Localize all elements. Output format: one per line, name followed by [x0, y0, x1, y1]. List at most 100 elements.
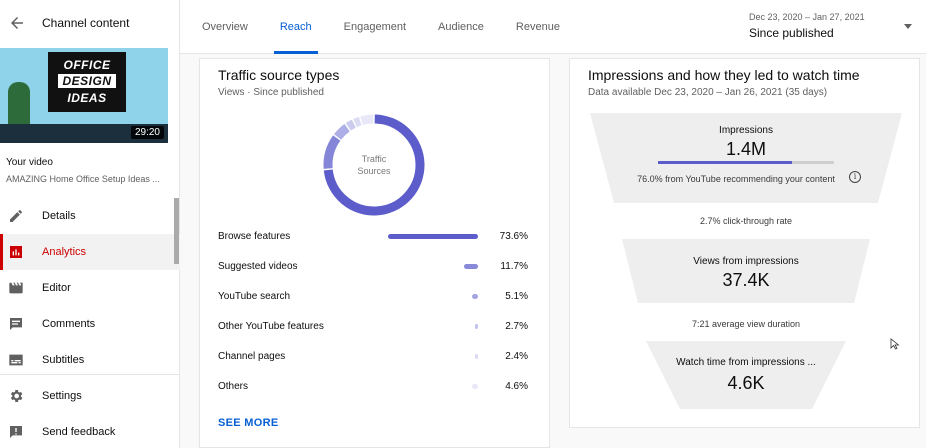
sidebar-bottom-nav: Settings Send feedback — [0, 378, 180, 448]
sidebar-nav: Details Analytics Editor Comments Subtit… — [0, 198, 180, 378]
gear-icon — [10, 390, 23, 402]
donut-label-line-2: Sources — [357, 166, 391, 176]
sidebar-divider — [0, 374, 180, 375]
source-bar — [464, 264, 478, 269]
source-bar — [472, 294, 478, 299]
analytics-tabs: Overview Reach Engagement Audience Reven… — [202, 0, 592, 54]
sidebar-item-analytics[interactable]: Analytics — [0, 234, 180, 270]
source-name: Other YouTube features — [218, 321, 324, 332]
tab-revenue[interactable]: Revenue — [516, 0, 560, 54]
impressions-value: 1.4M — [725, 139, 767, 159]
list-item[interactable]: Browse features 73.6% — [218, 223, 528, 253]
list-item[interactable]: Suggested videos 11.7% — [218, 253, 528, 283]
sidebar-item-subtitles[interactable]: Subtitles — [0, 342, 180, 378]
source-bar — [472, 384, 478, 389]
card-title: Impressions and how they led to watch ti… — [588, 67, 860, 83]
list-item[interactable]: YouTube search 5.1% — [218, 283, 528, 313]
sidebar-item-send-feedback[interactable]: Send feedback — [0, 414, 180, 448]
info-icon[interactable]: i — [849, 171, 861, 183]
card-subtitle: Data available Dec 23, 2020 – Jan 26, 20… — [588, 87, 828, 98]
subtitles-icon — [9, 354, 23, 366]
sidebar: Channel content OFFICE DESIGN IDEAS 29:2… — [0, 0, 180, 448]
date-range-selected[interactable]: Since published — [749, 26, 834, 40]
feedback-icon — [10, 426, 22, 438]
avg-duration-text: 7:21 average view duration — [691, 319, 801, 329]
sidebar-item-label: Subtitles — [42, 354, 85, 366]
list-item[interactable]: Others 4.6% — [218, 373, 528, 403]
donut-slice[interactable] — [353, 116, 362, 128]
tab-overview[interactable]: Overview — [202, 0, 248, 54]
tab-engagement[interactable]: Engagement — [344, 0, 406, 54]
analytics-icon — [10, 246, 22, 258]
list-item[interactable]: Channel pages 2.4% — [218, 343, 528, 373]
sidebar-item-editor[interactable]: Editor — [0, 270, 180, 306]
sidebar-item-label: Send feedback — [42, 426, 116, 438]
chevron-down-icon[interactable] — [904, 24, 912, 29]
donut-slice[interactable] — [345, 119, 356, 131]
views-label: Views from impressions — [693, 256, 799, 267]
donut-slice[interactable] — [360, 114, 374, 126]
clapper-icon — [9, 282, 23, 294]
impressions-label: Impressions — [719, 125, 773, 136]
studio-app: Channel content OFFICE DESIGN IDEAS 29:2… — [0, 0, 926, 448]
your-video-label: Your video — [6, 157, 53, 168]
see-more-link[interactable]: SEE MORE — [218, 417, 278, 429]
sidebar-item-label: Editor — [42, 282, 71, 294]
sidebar-item-settings[interactable]: Settings — [0, 378, 180, 414]
thumbnail-line-3: IDEAS — [67, 91, 107, 105]
tab-reach[interactable]: Reach — [273, 0, 318, 54]
watch-time-label: Watch time from impressions ... — [676, 357, 816, 368]
source-name: Others — [218, 381, 249, 392]
sidebar-item-details[interactable]: Details — [0, 198, 180, 234]
comment-icon — [10, 318, 22, 330]
sidebar-item-comments[interactable]: Comments — [0, 306, 180, 342]
pencil-icon — [10, 210, 22, 222]
donut-label-line-1: Traffic — [361, 154, 387, 164]
back-arrow-icon[interactable] — [8, 14, 26, 32]
source-percent: 5.1% — [505, 291, 528, 302]
video-title: AMAZING Home Office Setup Ideas ... — [6, 174, 160, 184]
source-name: Suggested videos — [218, 261, 298, 272]
impressions-progress-bar — [658, 161, 834, 164]
source-percent: 11.7% — [500, 261, 528, 272]
traffic-source-card: Traffic source types Views · Since publi… — [199, 58, 550, 448]
source-percent: 2.7% — [505, 321, 528, 332]
thumbnail-line-1: OFFICE — [63, 58, 111, 72]
mouse-cursor-icon — [890, 338, 900, 350]
donut-center-label: Traffic Sources — [320, 153, 428, 177]
impressions-note: 76.0% from YouTube recommending your con… — [637, 174, 835, 184]
source-bar — [475, 354, 478, 359]
impressions-funnel-card: Impressions and how they led to watch ti… — [569, 58, 920, 428]
sidebar-item-label: Analytics — [42, 246, 87, 258]
sidebar-item-label: Details — [42, 210, 76, 222]
watch-time-value: 4.6K — [727, 373, 765, 393]
date-range-text[interactable]: Dec 23, 2020 – Jan 27, 2021 — [749, 12, 865, 22]
source-bar — [388, 234, 478, 239]
source-percent: 4.6% — [505, 381, 528, 392]
sidebar-title: Channel content — [42, 16, 130, 30]
list-item[interactable]: Other YouTube features 2.7% — [218, 313, 528, 343]
traffic-source-list: Browse features 73.6% Suggested videos 1… — [218, 223, 528, 403]
source-name: Browse features — [218, 231, 291, 242]
thumbnail-line-2: DESIGN — [58, 74, 116, 88]
source-percent: 2.4% — [505, 351, 528, 362]
sidebar-item-label: Settings — [42, 390, 82, 402]
video-thumbnail[interactable]: OFFICE DESIGN IDEAS 29:20 — [0, 48, 168, 143]
source-name: Channel pages — [218, 351, 286, 362]
source-bar — [475, 324, 478, 329]
sidebar-header: Channel content — [0, 0, 180, 48]
donut-slice[interactable] — [334, 124, 350, 140]
source-name: YouTube search — [218, 291, 291, 302]
analytics-topbar: Overview Reach Engagement Audience Reven… — [180, 0, 926, 54]
impressions-progress-fill — [658, 161, 792, 164]
card-title: Traffic source types — [218, 67, 340, 83]
source-percent: 73.6% — [499, 231, 528, 242]
sidebar-item-label: Comments — [42, 318, 96, 330]
tab-audience[interactable]: Audience — [438, 0, 484, 54]
impressions-funnel: Impressions 1.4M 76.0% from YouTube reco… — [590, 113, 902, 409]
thumbnail-board: OFFICE DESIGN IDEAS — [48, 52, 126, 112]
views-value: 37.4K — [722, 270, 770, 290]
sidebar-scrollbar[interactable] — [174, 198, 179, 264]
thumbnail-plant — [8, 82, 30, 126]
video-duration: 29:20 — [130, 126, 164, 139]
